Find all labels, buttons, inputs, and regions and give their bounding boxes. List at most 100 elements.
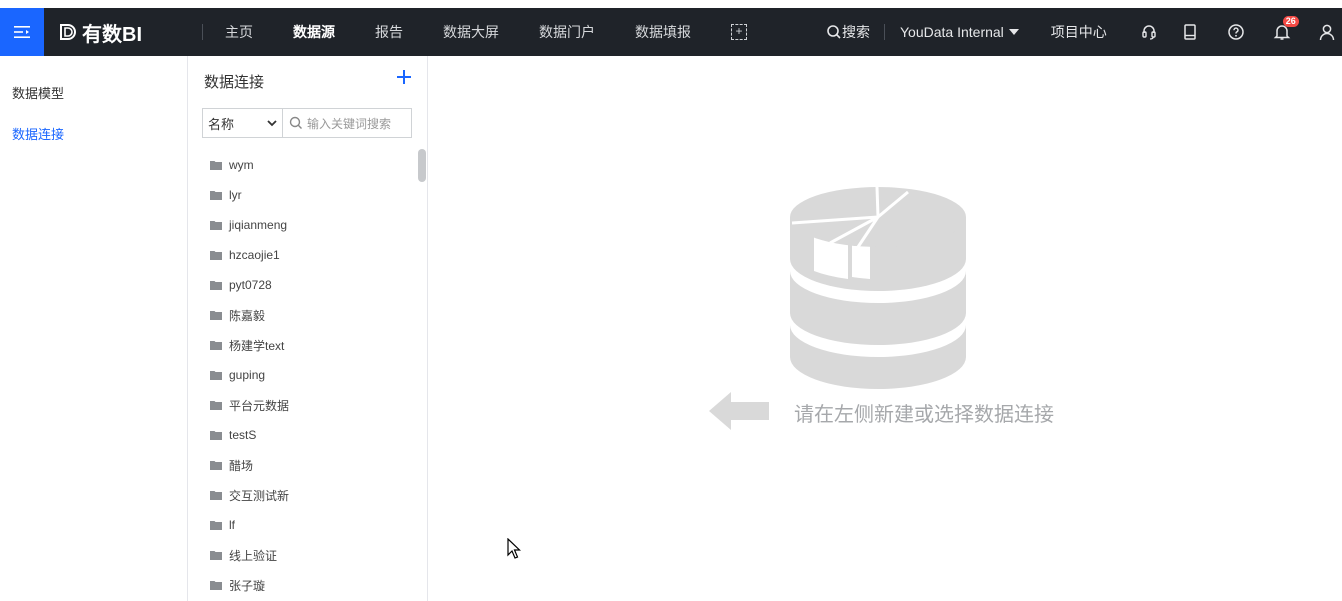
- left-sidebar: 数据模型 数据连接: [0, 56, 188, 601]
- folder-icon: [210, 191, 222, 200]
- support-button[interactable]: [1137, 20, 1161, 44]
- nav-home[interactable]: 主页: [225, 22, 253, 42]
- folder-item[interactable]: wym: [188, 150, 420, 180]
- help-button[interactable]: [1224, 20, 1248, 44]
- book-icon: [1184, 24, 1196, 40]
- filter-bar: 名称 输入关键词搜索: [202, 108, 412, 138]
- folder-icon: [210, 281, 222, 290]
- folder-label: 杨建学text: [229, 338, 285, 353]
- empty-state: 请在左侧新建或选择数据连接: [428, 56, 1342, 601]
- folder-item[interactable]: 平台元数据: [188, 390, 420, 420]
- folder-label: lf: [229, 518, 235, 532]
- search-label: 搜索: [842, 24, 870, 40]
- folder-item[interactable]: 线上验证: [188, 540, 420, 570]
- nav-datasource[interactable]: 数据源: [293, 22, 335, 42]
- add-connection-button[interactable]: [395, 68, 413, 86]
- main-nav: 主页 数据源 报告 数据大屏 数据门户 数据填报 +: [225, 8, 747, 56]
- org-name: YouData Internal: [900, 24, 1004, 40]
- youdata-logo-icon: [60, 24, 76, 40]
- filter-select-value: 名称: [208, 116, 235, 132]
- nav-portal[interactable]: 数据门户: [539, 22, 595, 42]
- folder-label: 张子璇: [229, 578, 266, 593]
- nav-data-entry[interactable]: 数据填报: [635, 22, 691, 42]
- notifications-button[interactable]: 26: [1270, 16, 1299, 44]
- panel-title: 数据连接: [204, 74, 265, 91]
- folder-item[interactable]: jiqianmeng: [188, 210, 420, 240]
- folder-item[interactable]: lyr: [188, 180, 420, 210]
- folder-label: 平台元数据: [229, 398, 290, 413]
- folder-icon: [210, 431, 222, 440]
- tools-divider: [884, 24, 885, 40]
- docs-button[interactable]: [1178, 20, 1202, 44]
- folder-item[interactable]: 陈嘉毅: [188, 300, 420, 330]
- folder-item[interactable]: lf: [188, 510, 420, 540]
- folder-icon: [210, 221, 222, 230]
- keyword-search-input[interactable]: 输入关键词搜索: [282, 108, 412, 138]
- nav-report[interactable]: 报告: [375, 22, 403, 42]
- folder-icon: [210, 161, 222, 170]
- menu-icon: [14, 26, 30, 38]
- folder-label: guping: [229, 368, 266, 382]
- folder-label: hzcaojie1: [229, 248, 280, 262]
- folder-item[interactable]: testS: [188, 420, 420, 450]
- folder-icon: [210, 311, 222, 320]
- folder-item[interactable]: 张子璇: [188, 570, 420, 600]
- folder-tree: wym lyr jiqianmeng hzcaojie1 pyt0728 陈嘉毅杨建学te…: [188, 150, 420, 600]
- project-center-link[interactable]: 项目中心: [1051, 22, 1107, 42]
- plus-icon: [397, 70, 411, 84]
- nav-big-screen[interactable]: 数据大屏: [443, 22, 499, 42]
- sidebar-item-data-connection[interactable]: 数据连接: [12, 124, 64, 143]
- folder-item[interactable]: 杨建学text: [188, 330, 420, 360]
- folder-label: 陈嘉毅: [229, 308, 266, 323]
- folder-item[interactable]: pyt0728: [188, 270, 420, 300]
- global-search-button[interactable]: 搜索: [826, 22, 870, 42]
- hamburger-menu-button[interactable]: [0, 8, 44, 56]
- add-nav-icon[interactable]: +: [731, 24, 747, 40]
- folder-label: lyr: [229, 188, 242, 202]
- chevron-down-icon: [267, 120, 277, 127]
- help-icon: [1228, 24, 1244, 40]
- folder-item[interactable]: 交互测试新: [188, 480, 420, 510]
- folder-label: wym: [229, 158, 254, 172]
- folder-item[interactable]: 醋场: [188, 450, 420, 480]
- folder-icon: [210, 521, 222, 530]
- top-navigation-bar: 有数BI 主页 数据源 报告 数据大屏 数据门户 数据填报 + 搜索 YouDa…: [0, 8, 1342, 56]
- folder-icon: [210, 341, 222, 350]
- folder-item[interactable]: hzcaojie1: [188, 240, 420, 270]
- connection-panel: 数据连接 名称 输入关键词搜索 wym lyr jiqianmeng hzcaojie…: [188, 56, 428, 601]
- folder-icon: [210, 461, 222, 470]
- filter-field-select[interactable]: 名称: [202, 108, 282, 138]
- organization-switcher[interactable]: YouData Internal: [900, 24, 1019, 40]
- folder-label: jiqianmeng: [229, 218, 288, 232]
- folder-label: testS: [229, 428, 257, 442]
- user-avatar-button[interactable]: [1315, 20, 1339, 44]
- top-right-tools: 搜索 YouData Internal 项目中心 26: [826, 8, 1339, 56]
- database-illustration-icon: [790, 187, 966, 389]
- nav-divider: [202, 24, 203, 40]
- folder-label: 交互测试新: [229, 488, 290, 503]
- folder-icon: [210, 371, 222, 380]
- folder-label: pyt0728: [229, 278, 272, 292]
- folder-label: 醋场: [229, 458, 254, 473]
- empty-state-message: 请在左侧新建或选择数据连接: [794, 404, 1054, 426]
- panel-scrollbar[interactable]: [418, 149, 426, 182]
- app-logo[interactable]: 有数BI: [58, 18, 188, 47]
- sidebar-item-data-model[interactable]: 数据模型: [12, 83, 64, 102]
- folder-icon: [210, 401, 222, 410]
- mouse-cursor-icon: [507, 538, 521, 559]
- search-icon: [289, 116, 302, 129]
- headset-icon: [1142, 25, 1156, 40]
- arrow-left-icon: [709, 392, 769, 430]
- folder-icon: [210, 551, 222, 560]
- folder-icon: [210, 581, 222, 590]
- caret-down-icon: [1008, 29, 1019, 35]
- folder-icon: [210, 251, 222, 260]
- search-placeholder: 输入关键词搜索: [307, 116, 392, 131]
- search-icon: [827, 25, 841, 39]
- notification-badge: 26: [1282, 16, 1299, 27]
- folder-item[interactable]: guping: [188, 360, 420, 390]
- user-icon: [1319, 24, 1335, 41]
- folder-icon: [210, 491, 222, 500]
- folder-label: 线上验证: [229, 548, 278, 563]
- brand-name: 有数BI: [82, 23, 142, 46]
